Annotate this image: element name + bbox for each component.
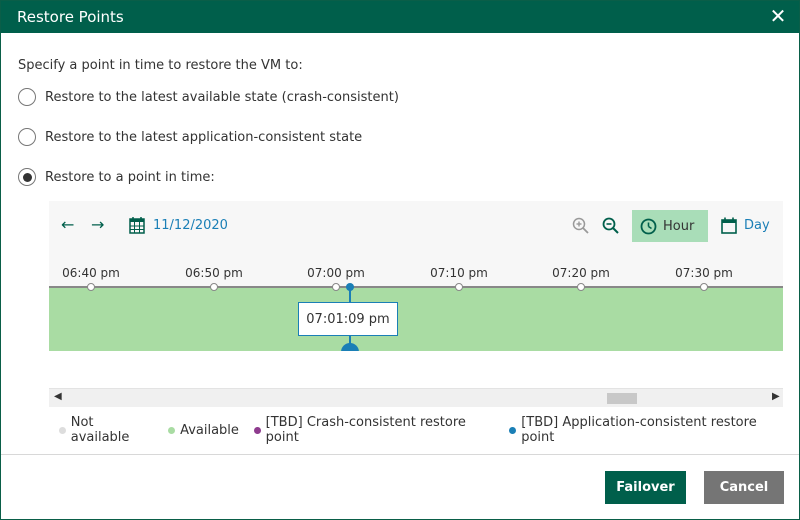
selected-time-tooltip: 07:01:09 pm [298,302,398,336]
legend-dot [253,426,261,434]
tick-label: 07:10 pm [430,266,488,280]
axis-line [49,286,783,288]
legend-label: Available [180,422,239,438]
option-point-in-time[interactable]: Restore to a point in time: [18,166,215,188]
radio-button[interactable] [18,88,36,106]
legend-item: Not available [59,415,153,445]
tick-label: 06:50 pm [185,266,243,280]
time-axis: 06:40 pm 06:50 pm 07:00 pm 07:10 pm 07:2… [49,263,783,283]
day-view-button[interactable]: Day [744,218,770,233]
legend-item: [TBD] Crash-consistent restore point [253,415,495,445]
date-picker[interactable]: 11/12/2020 [153,218,228,233]
cancel-button[interactable]: Cancel [704,471,784,504]
option-label: Restore to the latest application-consis… [45,129,363,145]
option-latest-app[interactable]: Restore to the latest application-consis… [18,126,362,148]
calendar-day-icon[interactable] [721,217,737,238]
scrollbar-thumb[interactable] [607,393,637,404]
legend-item: [TBD] Application-consistent restore poi… [509,415,784,445]
tick-dot [455,283,463,291]
failover-button[interactable]: Failover [605,471,686,504]
prompt-text: Specify a point in time to restore the V… [18,58,303,73]
legend-dot [59,426,66,434]
calendar-icon[interactable] [129,217,145,238]
restore-points-dialog: Restore Points ✕ Specify a point in time… [0,0,800,520]
legend-label: [TBD] Application-consistent restore poi… [521,415,757,445]
hour-view-button[interactable]: Hour [632,210,708,242]
horizontal-scrollbar[interactable]: ◀ ▶ [49,388,783,407]
arrow-left-icon[interactable]: ← [61,215,74,234]
scroll-right-icon[interactable]: ▶ [772,391,780,402]
tick-label: 07:20 pm [552,266,610,280]
legend-dot [168,426,176,434]
zoom-in-icon[interactable] [572,217,589,238]
dialog-title: Restore Points [17,8,124,26]
legend-label: [TBD] Crash-consistent restore point [265,415,466,445]
tick-dot [210,283,218,291]
marker-top-dot [346,283,354,291]
arrow-right-icon[interactable]: → [91,215,104,234]
timeline-panel: ← → 11/12/2020 Hour Day 06:40 pm 06:50 p… [49,201,783,407]
radio-button[interactable] [18,128,36,146]
close-icon[interactable]: ✕ [767,5,789,27]
legend-dot [509,426,517,434]
option-latest-crash[interactable]: Restore to the latest available state (c… [18,86,399,108]
footer-divider [1,454,799,455]
tick-dot [577,283,585,291]
titlebar: Restore Points ✕ [1,1,799,33]
tick-label: 07:00 pm [307,266,365,280]
legend: Not available Available [TBD] Crash-cons… [59,415,799,445]
option-label: Restore to a point in time: [45,169,215,185]
tick-dot [87,283,95,291]
timeline-toolbar: ← → 11/12/2020 Hour Day [49,201,783,251]
tick-dot [700,283,708,291]
available-band[interactable] [49,287,783,351]
radio-button-selected[interactable] [18,168,36,186]
tick-label: 07:30 pm [675,266,733,280]
legend-label: Not available [70,415,130,445]
hour-label: Hour [663,218,695,234]
timeline-empty-area [49,351,783,388]
tick-dot [332,283,340,291]
scroll-left-icon[interactable]: ◀ [54,391,62,402]
tick-label: 06:40 pm [62,266,120,280]
legend-item: Available [168,423,239,438]
clock-icon [640,218,657,235]
radio-dot [22,172,32,182]
zoom-out-icon[interactable] [602,217,619,238]
option-label: Restore to the latest available state (c… [45,89,399,105]
